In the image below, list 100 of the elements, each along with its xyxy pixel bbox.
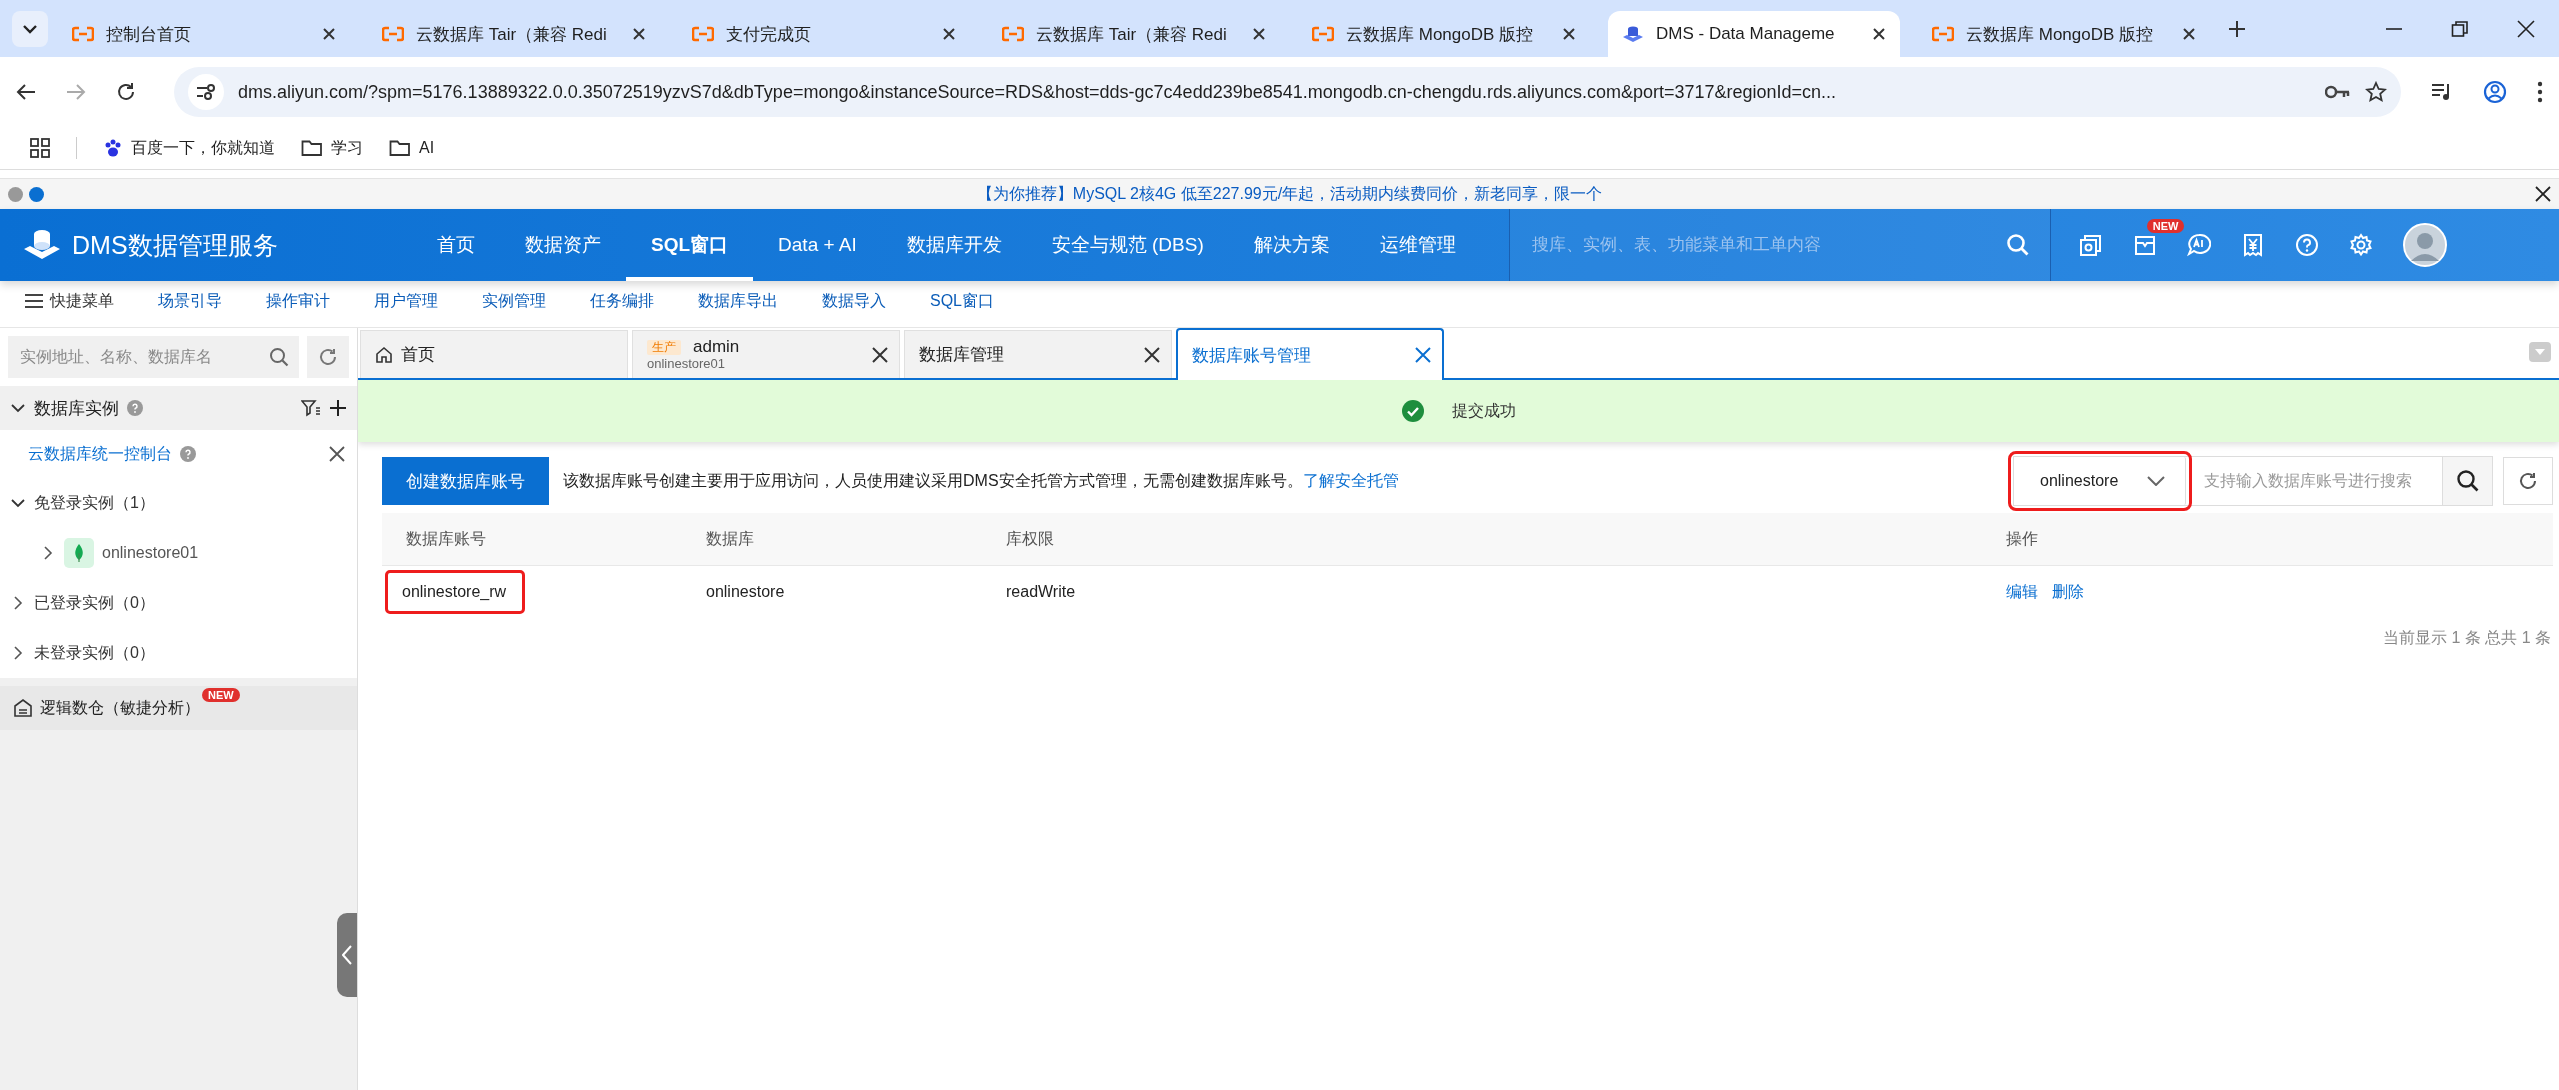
avatar-icon[interactable] — [2402, 223, 2447, 267]
browser-tab[interactable]: 控制台首页 — [58, 11, 350, 57]
settings-icon[interactable] — [2348, 233, 2373, 257]
menu-link[interactable]: 场景引导 — [158, 290, 222, 312]
nav-item[interactable]: 首页 — [412, 209, 500, 281]
nav-item[interactable]: SQL窗口 — [626, 209, 754, 281]
window-dot — [8, 186, 23, 202]
close-icon[interactable] — [2182, 27, 2196, 41]
new-tab-plus-icon[interactable] — [2228, 19, 2246, 38]
reload-icon[interactable] — [116, 82, 136, 102]
key-icon[interactable] — [2325, 85, 2351, 99]
more-menu-icon[interactable] — [2537, 81, 2543, 103]
promo-link[interactable]: 【为你推荐】MySQL 2核4G 低至227.99元/年起，活动期内续费同价，新老同享，限一个 — [976, 184, 1603, 202]
tree-item[interactable]: 未登录实例（0） — [0, 628, 357, 678]
bracket-logo-icon — [1002, 26, 1024, 42]
sidebar-item[interactable]: 逻辑数仓（敏捷分析） NEW — [0, 686, 357, 730]
menu-link[interactable]: 实例管理 — [482, 290, 546, 312]
menu-link[interactable]: 数据导入 — [822, 290, 886, 312]
tree-item[interactable]: onlinestore01 — [0, 528, 357, 578]
nav-item[interactable]: 数据资产 — [500, 209, 626, 281]
menu-link[interactable]: 操作审计 — [266, 290, 330, 312]
browser-tab[interactable]: 云数据库 MongoDB 版控 — [1298, 11, 1590, 57]
quick-menu[interactable]: 快捷菜单 — [24, 290, 114, 312]
page-tab[interactable]: 首页 — [360, 330, 628, 378]
bookmark[interactable]: 学习 — [301, 137, 363, 159]
browser-tab[interactable]: 云数据库 MongoDB 版控 — [1918, 11, 2210, 57]
help-icon[interactable] — [2294, 233, 2319, 257]
page-tab[interactable]: 数据库账号管理 — [1176, 328, 1444, 380]
menu-link[interactable]: SQL窗口 — [930, 290, 994, 312]
create-account-button[interactable]: 创建数据库账号 — [382, 457, 549, 505]
menu-link[interactable]: 任务编排 — [590, 290, 654, 312]
tab-search-chevron-icon[interactable] — [22, 23, 38, 34]
tree-item[interactable]: 已登录实例（0） — [0, 578, 357, 628]
collapse-handle[interactable] — [337, 913, 357, 997]
restore-icon[interactable] — [2451, 19, 2469, 38]
action-link[interactable]: 编辑 — [2006, 581, 2038, 603]
action-link[interactable]: 删除 — [2052, 581, 2084, 603]
inbox-tray-icon[interactable] — [2132, 233, 2157, 257]
search-box[interactable]: 搜库、实例、表、功能菜单和工单内容 — [1508, 209, 2051, 281]
apps-grid-icon[interactable] — [30, 138, 50, 158]
pagination-summary: 当前显示 1 条 总共 1 条 — [2381, 628, 2552, 648]
nav-item[interactable]: Data + AI — [753, 209, 882, 281]
close-icon[interactable] — [1872, 27, 1886, 41]
check-circle-icon — [1401, 400, 1424, 422]
console-link[interactable]: 云数据库统一控制台 — [28, 443, 172, 465]
nav-item[interactable]: 运维管理 — [1354, 209, 1481, 281]
refresh-icon — [318, 347, 338, 367]
new-badge: NEW — [2146, 219, 2185, 233]
home-icon — [375, 345, 393, 364]
close-icon[interactable] — [1143, 345, 1161, 364]
browser-tab[interactable]: 云数据库 Tair（兼容 Redi — [368, 11, 660, 57]
ai-chat-bubble-icon[interactable] — [2186, 233, 2211, 257]
paw-icon — [103, 138, 123, 158]
address-bar[interactable]: dms.aliyun.com/?spm=5176.13889322.0.0.35072519yzvS7d&dbType=mongo&instanceSource=RDS&host=dds-gc7c4edd239be8541.mongodb.cn-chengdu.rds.aliyuncs.com&port=3717&regionId=cn... — [174, 67, 2401, 117]
star-icon[interactable] — [2365, 81, 2387, 103]
tree-item[interactable]: 免登录实例（1） — [0, 478, 357, 528]
browser-tab[interactable]: 云数据库 Tair（兼容 Redi — [988, 11, 1280, 57]
refresh-button[interactable] — [307, 336, 349, 378]
leaf-icon — [73, 543, 85, 563]
warehouse-icon — [14, 699, 32, 717]
close-icon[interactable] — [2535, 186, 2551, 202]
menu-link[interactable]: 数据库导出 — [698, 290, 778, 312]
close-icon[interactable] — [942, 27, 956, 41]
close-icon[interactable] — [1562, 27, 1576, 41]
search-field[interactable]: 搜库、实例、表、功能菜单和工单内容 — [1529, 234, 1996, 256]
nav-item[interactable]: 解决方案 — [1228, 209, 1355, 281]
plus-icon[interactable] — [329, 399, 347, 417]
filter-icon[interactable] — [301, 399, 321, 417]
search-icon[interactable] — [269, 347, 289, 367]
help-icon — [127, 400, 143, 416]
search-field[interactable]: 实例地址、名称、数据库名 — [18, 347, 263, 367]
close-icon[interactable] — [1252, 27, 1266, 41]
refresh-button[interactable] — [2503, 457, 2553, 505]
page-tab[interactable]: 生产 admin onlinestore01 — [632, 330, 900, 378]
bookmark[interactable]: 百度一下，你就知道 — [103, 137, 275, 159]
search-icon[interactable] — [2005, 233, 2030, 257]
close-icon[interactable] — [2517, 19, 2535, 38]
browser-tab[interactable]: DMS - Data Manageme — [1608, 11, 1900, 57]
app-title: DMS数据管理服务 — [72, 229, 278, 261]
page-tab[interactable]: 数据库管理 — [904, 330, 1172, 378]
browser-tab[interactable]: 支付完成页 — [678, 11, 970, 57]
bracket-logo-icon — [692, 26, 714, 42]
close-icon[interactable] — [871, 345, 889, 364]
section-header[interactable]: 数据库实例 — [0, 386, 357, 430]
learn-more-link[interactable]: 了解安全托管 — [1302, 471, 1399, 489]
close-icon[interactable] — [632, 27, 646, 41]
stacked-cards-icon[interactable] — [2078, 233, 2103, 257]
profile-icon[interactable] — [2483, 80, 2507, 104]
site-settings-icon[interactable] — [196, 83, 216, 101]
bookmark[interactable]: AI — [389, 139, 435, 157]
back-arrow-icon[interactable] — [16, 83, 36, 101]
column-header: 操作 — [2005, 528, 2039, 549]
close-icon[interactable] — [329, 446, 345, 462]
menu-link[interactable]: 用户管理 — [374, 290, 438, 312]
close-icon[interactable] — [322, 27, 336, 41]
search-box[interactable]: 实例地址、名称、数据库名 — [8, 336, 299, 378]
environment-tag: 生产 — [647, 339, 681, 355]
caret-down-icon — [2534, 348, 2546, 356]
nav-item[interactable]: 数据库开发 — [881, 209, 1027, 281]
nav-item[interactable]: 安全与规范 (DBS) — [1026, 209, 1229, 281]
